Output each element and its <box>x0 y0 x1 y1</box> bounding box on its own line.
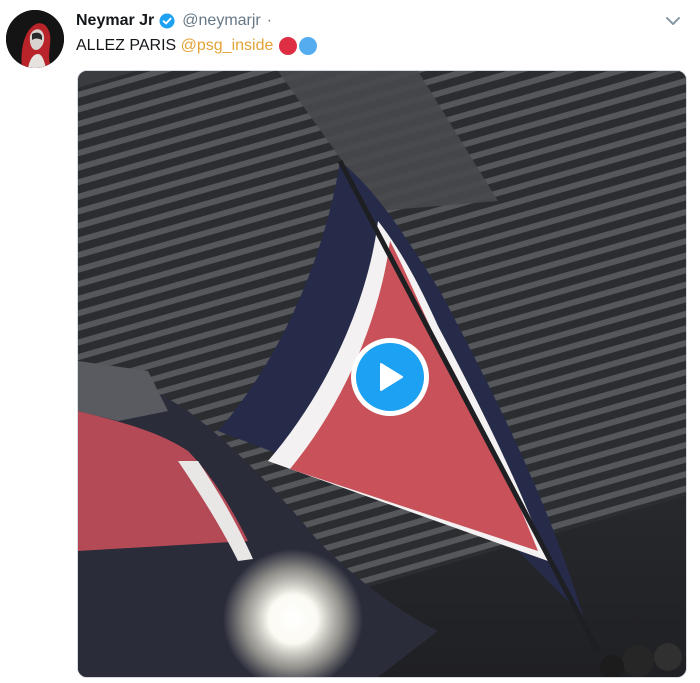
verified-badge-icon <box>159 13 175 29</box>
play-icon <box>356 343 424 411</box>
chevron-down-icon[interactable] <box>664 12 682 30</box>
tweet-header: Neymar Jr @neymarjr · <box>76 10 272 32</box>
tweet-body-text: ALLEZ PARIS <box>76 37 181 54</box>
mention-link[interactable]: @psg_inside <box>181 37 274 55</box>
author-name[interactable]: Neymar Jr <box>76 12 154 30</box>
red-circle-emoji-icon <box>279 37 298 55</box>
author-handle[interactable]: @neymarjr <box>182 12 260 30</box>
video-player[interactable] <box>77 70 687 678</box>
tweet-text: ALLEZ PARIS @psg_inside <box>76 35 318 57</box>
play-button[interactable] <box>351 338 429 416</box>
blue-circle-emoji-icon <box>299 37 318 55</box>
avatar[interactable] <box>6 10 64 68</box>
emoji-group <box>279 37 318 55</box>
tweet-card: Neymar Jr @neymarjr · ALLEZ PARIS @psg_i… <box>0 0 700 683</box>
separator-dot: · <box>266 12 273 29</box>
